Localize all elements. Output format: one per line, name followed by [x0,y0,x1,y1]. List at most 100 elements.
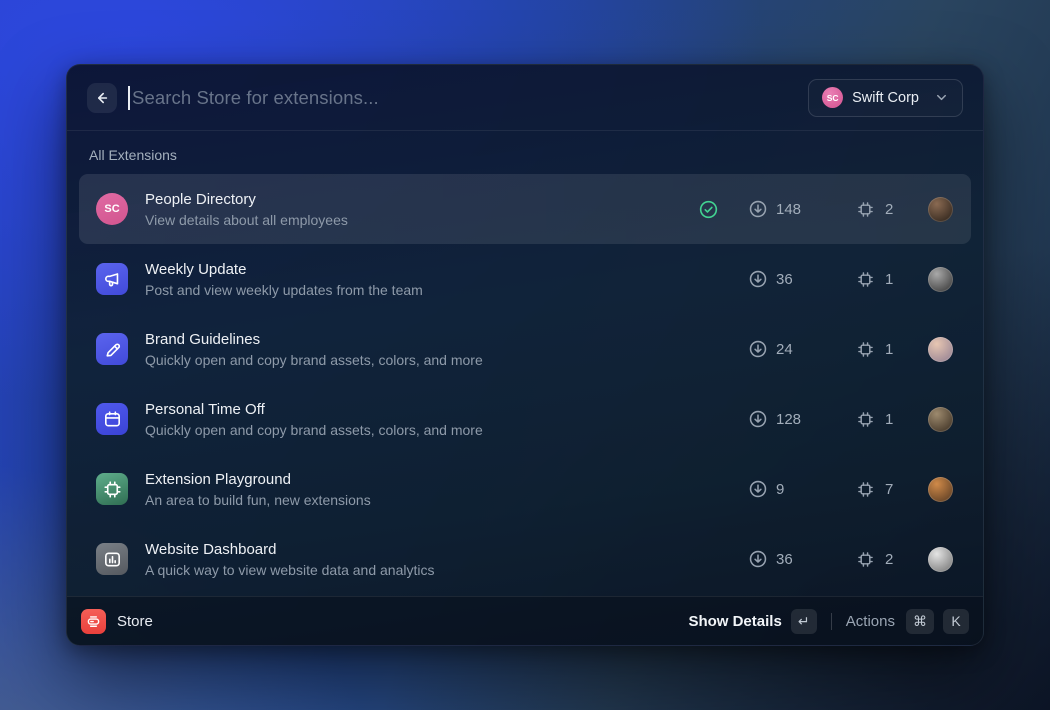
extension-row[interactable]: Weekly Update Post and view weekly updat… [79,244,971,314]
commands-count: 2 [885,551,893,568]
actions-button[interactable]: Actions [846,613,895,630]
arrow-left-icon [94,90,110,106]
download-icon [748,549,768,569]
downloads-stat: 36 [748,269,840,289]
author-avatar [928,547,953,572]
downloads-count: 9 [776,481,784,498]
footer-app-label: Store [117,613,153,630]
commands-count: 1 [885,411,893,428]
commands-chip-icon [856,340,875,359]
commands-count: 2 [885,201,893,218]
extension-title: Personal Time Off [145,401,698,418]
show-details-button[interactable]: Show Details [688,613,781,630]
commands-stat: 2 [856,200,920,219]
cmd-key-badge: ⌘ [906,609,934,634]
author-avatar [928,197,953,222]
extension-description: View details about all employees [145,212,698,228]
author-avatar [928,337,953,362]
extension-title: Weekly Update [145,261,698,278]
extension-description: An area to build fun, new extensions [145,492,698,508]
footer-actions: Show Details ↵ Actions ⌘ K [688,609,969,634]
extension-text: Brand Guidelines Quickly open and copy b… [145,331,698,368]
calendar-icon [102,409,123,430]
commands-chip-icon [856,410,875,429]
org-dropdown-label: Swift Corp [852,90,919,106]
search-bar: Search Store for extensions... SC Swift … [67,65,983,131]
commands-count: 7 [885,481,893,498]
extension-icon [96,473,128,505]
download-icon [748,479,768,499]
return-key-badge: ↵ [791,609,817,634]
commands-count: 1 [885,271,893,288]
author-avatar [928,267,953,292]
extension-title: Extension Playground [145,471,698,488]
extension-row[interactable]: Personal Time Off Quickly open and copy … [79,384,971,454]
text-caret [128,86,130,110]
download-icon [748,339,768,359]
commands-count: 1 [885,341,893,358]
initials-icon: SC [104,203,119,215]
downloads-count: 24 [776,341,793,358]
section-title: All Extensions [79,131,971,174]
extension-title: Website Dashboard [145,541,698,558]
extension-title: People Directory [145,191,698,208]
extension-description: Quickly open and copy brand assets, colo… [145,352,698,368]
extension-description: A quick way to view website data and ana… [145,562,698,578]
extension-icon [96,263,128,295]
commands-chip-icon [856,480,875,499]
commands-chip-icon [856,550,875,569]
footer-divider [831,613,832,630]
back-button[interactable] [87,83,117,113]
author-avatar [928,407,953,432]
commands-stat: 7 [856,480,920,499]
downloads-stat: 148 [748,199,840,219]
store-app-icon [81,609,106,634]
extension-description: Post and view weekly updates from the te… [145,282,698,298]
extension-row[interactable]: Extension Playground An area to build fu… [79,454,971,524]
downloads-stat: 24 [748,339,840,359]
downloads-stat: 36 [748,549,840,569]
extension-row[interactable]: Brand Guidelines Quickly open and copy b… [79,314,971,384]
extension-icon: SC [96,193,128,225]
extension-row[interactable]: Website Dashboard A quick way to view we… [79,524,971,594]
download-icon [748,269,768,289]
extension-row[interactable]: SC People Directory View details about a… [79,174,971,244]
extension-icon [96,333,128,365]
chip-icon [102,479,123,500]
commands-stat: 1 [856,340,920,359]
commands-chip-icon [856,200,875,219]
installed-check-icon [698,199,720,220]
downloads-count: 36 [776,271,793,288]
extension-list: All Extensions SC People Directory View … [67,131,983,596]
downloads-stat: 9 [748,479,840,499]
commands-stat: 1 [856,270,920,289]
author-avatar [928,477,953,502]
extension-text: Extension Playground An area to build fu… [145,471,698,508]
footer-bar: Store Show Details ↵ Actions ⌘ K [67,596,983,645]
k-key-badge: K [943,609,969,634]
pen-icon [102,339,123,360]
chart-icon [102,549,123,570]
commands-stat: 2 [856,550,920,569]
extension-icon [96,543,128,575]
extension-text: Website Dashboard A quick way to view we… [145,541,698,578]
download-icon [748,409,768,429]
megaphone-icon [102,269,123,290]
downloads-stat: 128 [748,409,840,429]
chevron-down-icon [934,90,949,105]
org-avatar: SC [822,87,843,108]
extension-text: Personal Time Off Quickly open and copy … [145,401,698,438]
extension-rows: SC People Directory View details about a… [79,174,971,594]
store-window: Search Store for extensions... SC Swift … [66,64,984,646]
extension-description: Quickly open and copy brand assets, colo… [145,422,698,438]
extension-text: People Directory View details about all … [145,191,698,228]
commands-chip-icon [856,270,875,289]
search-input[interactable]: Search Store for extensions... [132,87,808,109]
download-icon [748,199,768,219]
org-dropdown[interactable]: SC Swift Corp [808,79,963,117]
extension-icon [96,403,128,435]
downloads-count: 36 [776,551,793,568]
downloads-count: 128 [776,411,801,428]
downloads-count: 148 [776,201,801,218]
extension-text: Weekly Update Post and view weekly updat… [145,261,698,298]
